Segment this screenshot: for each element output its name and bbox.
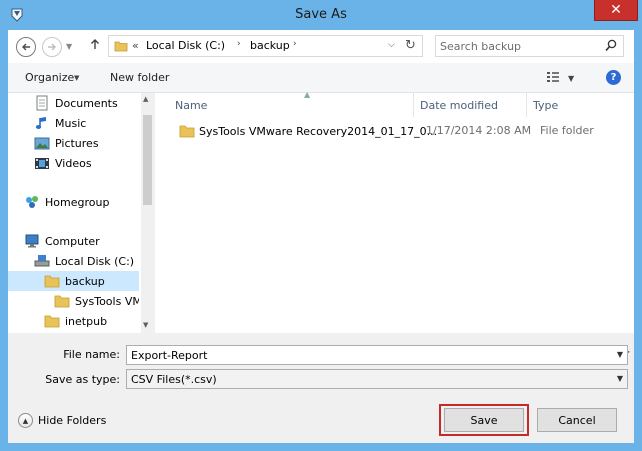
file-name-dropdown-icon[interactable]: ▼ — [617, 350, 623, 359]
breadcrumb-local-disk[interactable]: Local Disk (C:) — [146, 39, 225, 52]
breadcrumb-separator-icon[interactable]: › — [293, 39, 297, 49]
dialog-body: ▼ « Local Disk (C:) › backup › ⌵ ↻ Organ… — [8, 30, 634, 443]
up-arrow-icon — [91, 39, 99, 49]
pictures-icon — [34, 137, 50, 150]
forward-button[interactable] — [42, 37, 62, 57]
column-header-type[interactable]: Type — [527, 93, 627, 117]
nav-item-label: Homegroup — [45, 195, 110, 209]
nav-item-local-disk[interactable]: Local Disk (C:) — [34, 251, 139, 271]
breadcrumb-separator-icon[interactable]: › — [237, 39, 241, 49]
hide-folders-label: Hide Folders — [38, 414, 107, 427]
file-name: SysTools VMware Recovery2014_01_17_0... — [199, 124, 438, 138]
sort-ascending-icon: ▲ — [304, 90, 311, 99]
back-arrow-icon — [22, 43, 30, 51]
nav-item-label: inetpub — [65, 314, 108, 328]
nav-item-computer[interactable]: Computer — [24, 231, 139, 251]
nav-item-label: Documents — [55, 96, 118, 110]
close-button[interactable]: ✕ — [594, 0, 638, 21]
nav-item-backup[interactable]: backup — [8, 271, 139, 291]
change-view-icon[interactable] — [546, 71, 560, 84]
save-as-type-value: CSV Files(*.csv) — [131, 372, 217, 386]
navigation-pane-scrollbar[interactable]: ▲ ▼ — [141, 93, 154, 333]
help-icon[interactable]: ? — [606, 70, 621, 85]
collapse-up-icon: ▲ — [18, 413, 33, 428]
scrollbar-thumb[interactable] — [143, 115, 152, 205]
nav-item-label: SysTools VMw — [75, 294, 139, 308]
nav-item-label: Videos — [55, 156, 92, 170]
documents-icon — [36, 95, 48, 111]
file-name-value: Export-Report — [131, 348, 208, 362]
search-box[interactable] — [435, 35, 624, 57]
file-row[interactable]: SysTools VMware Recovery2014_01_17_0... … — [179, 121, 619, 141]
nav-item-music[interactable]: Music — [34, 113, 139, 133]
file-list-pane: Name ▲ Date modified Type SysTools VMwar… — [155, 90, 634, 359]
up-button[interactable] — [90, 38, 100, 54]
save-as-type-label: Save as type: — [45, 373, 120, 386]
refresh-icon[interactable]: ↻ — [405, 38, 416, 53]
column-header-name[interactable]: Name ▲ — [169, 90, 414, 117]
close-icon: ✕ — [610, 2, 622, 18]
nav-item-label: Pictures — [55, 136, 99, 150]
address-overflow-button[interactable]: « — [132, 39, 139, 52]
search-input[interactable] — [440, 38, 600, 54]
music-icon — [35, 117, 46, 129]
folder-icon — [179, 125, 195, 138]
hide-folders-button[interactable]: ▲ Hide Folders — [18, 413, 106, 428]
file-type: File folder — [540, 124, 594, 137]
drive-icon — [34, 255, 50, 267]
organize-menu[interactable]: Organize — [25, 71, 74, 84]
address-dropdown-icon[interactable]: ⌵ — [388, 40, 395, 50]
file-name-label: File name: — [63, 348, 120, 361]
new-folder-button[interactable]: New folder — [110, 71, 169, 84]
nav-item-label: backup — [65, 274, 105, 288]
scroll-up-icon[interactable]: ▲ — [143, 95, 148, 103]
breadcrumb-backup[interactable]: backup — [250, 39, 290, 52]
back-button[interactable] — [16, 37, 36, 57]
nav-item-videos[interactable]: Videos — [34, 153, 139, 173]
nav-item-pictures[interactable]: Pictures — [34, 133, 139, 153]
nav-item-label: Music — [55, 116, 87, 130]
file-date-modified: 1/17/2014 2:08 AM — [426, 124, 532, 137]
organize-chevron-icon[interactable]: ▼ — [74, 74, 79, 82]
nav-item-inetpub[interactable]: inetpub — [44, 311, 139, 331]
nav-item-homegroup[interactable]: Homegroup — [24, 192, 139, 212]
save-as-type-dropdown-icon[interactable]: ▼ — [617, 374, 623, 383]
nav-item-documents[interactable]: Documents — [34, 93, 139, 113]
column-header-date-modified[interactable]: Date modified — [414, 93, 527, 117]
command-bar: Organize ▼ New folder ▼ ? — [8, 63, 634, 93]
search-icon[interactable] — [605, 39, 617, 52]
save-as-type-select[interactable]: CSV Files(*.csv) ▼ — [126, 369, 628, 389]
save-button[interactable]: Save — [444, 408, 524, 432]
scroll-down-icon[interactable]: ▼ — [143, 321, 148, 329]
navigation-pane: Documents Music Pictures Videos Homegrou… — [8, 93, 154, 333]
save-as-dialog: Save As ✕ ▼ « Local Disk (C:) › backup ›… — [0, 0, 642, 451]
nav-item-label: Local Disk (C:) — [55, 254, 135, 268]
nav-item-label: Computer — [45, 234, 100, 248]
file-name-field[interactable]: Export-Report ▼ — [126, 345, 628, 365]
title-bar[interactable]: Save As ✕ — [0, 0, 642, 30]
videos-icon — [35, 158, 49, 169]
cancel-button[interactable]: Cancel — [537, 408, 617, 432]
address-bar[interactable]: « Local Disk (C:) › backup › ⌵ ↻ — [108, 35, 423, 57]
folder-icon — [44, 315, 60, 328]
window-title: Save As — [295, 7, 347, 22]
folder-icon — [44, 275, 60, 288]
folder-icon — [114, 41, 128, 52]
recent-locations-chevron-icon[interactable]: ▼ — [66, 42, 72, 51]
forward-arrow-icon — [48, 43, 56, 51]
navigation-row: ▼ « Local Disk (C:) › backup › ⌵ ↻ — [8, 30, 634, 63]
folder-icon — [54, 295, 70, 308]
view-options-chevron-icon[interactable]: ▼ — [568, 74, 574, 83]
nav-item-systools-folder[interactable]: SysTools VMw — [54, 291, 139, 311]
homegroup-icon — [26, 196, 38, 208]
computer-icon — [25, 234, 39, 248]
